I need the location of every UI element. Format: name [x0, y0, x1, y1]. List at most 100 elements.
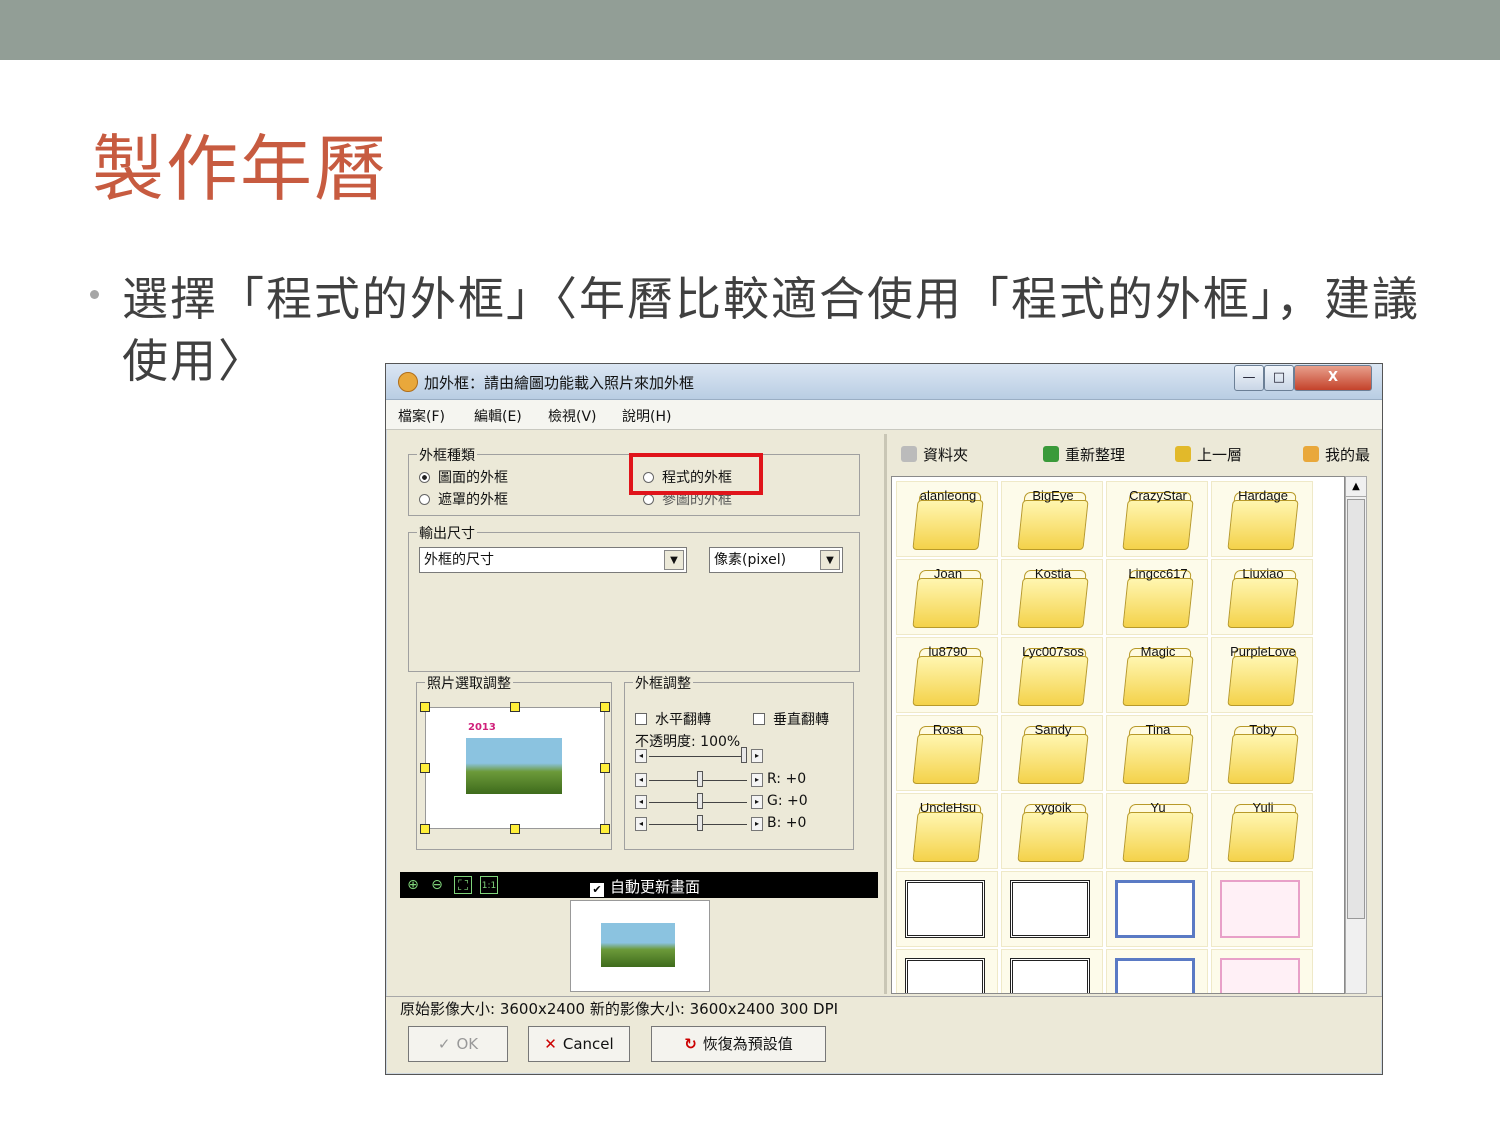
- folder-icon: [1017, 656, 1089, 706]
- close-icon: ✕: [544, 1035, 557, 1053]
- folder-item[interactable]: CrazyStar: [1106, 481, 1208, 557]
- slider-knob[interactable]: [697, 793, 703, 809]
- scroll-thumb[interactable]: [1347, 499, 1365, 919]
- radio-mask-frame[interactable]: 遮罩的外框: [419, 489, 508, 509]
- ok-button[interactable]: ✓ OK: [408, 1026, 508, 1062]
- close-button[interactable]: X: [1294, 365, 1372, 391]
- folder-label: Yu: [1150, 800, 1166, 815]
- green-slider[interactable]: ◂ ▸: [635, 793, 765, 809]
- frame-thumbnail[interactable]: [896, 871, 998, 947]
- resize-handle[interactable]: [420, 702, 430, 712]
- folder-item[interactable]: Toby: [1211, 715, 1313, 791]
- resize-handle[interactable]: [510, 702, 520, 712]
- size-select[interactable]: 外框的尺寸 ▼: [419, 547, 687, 573]
- frame-thumbnail[interactable]: [1106, 871, 1208, 947]
- arrow-right-icon[interactable]: ▸: [751, 817, 763, 831]
- folder-item[interactable]: Magic: [1106, 637, 1208, 713]
- title-bar[interactable]: 加外框：請由繪圖功能載入照片來加外框 — □ X: [386, 364, 1382, 400]
- folder-label: Tina: [1145, 722, 1171, 737]
- blue-slider[interactable]: ◂ ▸: [635, 815, 765, 831]
- folder-item[interactable]: alanleong: [896, 481, 998, 557]
- frame-thumbnail[interactable]: [1001, 949, 1103, 993]
- frame-thumbnail[interactable]: [1106, 949, 1208, 993]
- flip-vertical-checkbox[interactable]: 垂直翻轉: [753, 709, 829, 729]
- folder-item[interactable]: Joan: [896, 559, 998, 635]
- chevron-down-icon[interactable]: ▼: [664, 550, 684, 570]
- resize-handle[interactable]: [420, 763, 430, 773]
- home-icon: [1303, 446, 1319, 462]
- folder-icon: [1122, 734, 1194, 784]
- frame-preview: [1010, 958, 1090, 993]
- up-level-button[interactable]: 上一層: [1175, 444, 1242, 465]
- maximize-button[interactable]: □: [1264, 365, 1294, 391]
- reset-button[interactable]: ↻ 恢復為預設值: [651, 1026, 826, 1062]
- folder-item[interactable]: BigEye: [1001, 481, 1103, 557]
- resize-handle[interactable]: [600, 824, 610, 834]
- frame-thumbnail[interactable]: [1001, 871, 1103, 947]
- menu-file[interactable]: 檔案(F): [398, 406, 445, 426]
- arrow-left-icon[interactable]: ◂: [635, 749, 647, 763]
- arrow-left-icon[interactable]: ◂: [635, 773, 647, 787]
- folder-item[interactable]: Liuxiao: [1211, 559, 1313, 635]
- folder-label: CrazyStar: [1129, 488, 1187, 503]
- scroll-up-icon[interactable]: ▲: [1346, 477, 1366, 497]
- slider-knob[interactable]: [697, 815, 703, 831]
- folder-item[interactable]: xygoik: [1001, 793, 1103, 869]
- folder-item[interactable]: Yu: [1106, 793, 1208, 869]
- menu-edit[interactable]: 編輯(E): [474, 406, 522, 426]
- highlight-box: [629, 453, 763, 495]
- folder-item[interactable]: lu8790: [896, 637, 998, 713]
- photo-thumbnail[interactable]: 2013: [425, 707, 605, 829]
- arrow-left-icon[interactable]: ◂: [635, 795, 647, 809]
- folder-icon: [912, 578, 984, 628]
- folder-item[interactable]: UncleHsu: [896, 793, 998, 869]
- menu-view[interactable]: 檢視(V): [548, 406, 597, 426]
- folder-item[interactable]: Hardage: [1211, 481, 1313, 557]
- folder-icon: [912, 734, 984, 784]
- slider-knob[interactable]: [697, 771, 703, 787]
- auto-refresh-checkbox[interactable]: ✔ 自動更新畫面: [590, 876, 700, 897]
- resize-handle[interactable]: [600, 763, 610, 773]
- red-slider[interactable]: ◂ ▸: [635, 771, 765, 787]
- arrow-right-icon[interactable]: ▸: [751, 795, 763, 809]
- refresh-button[interactable]: 重新整理: [1043, 444, 1125, 465]
- blue-value: B: +0: [767, 815, 807, 831]
- radio-dot-icon: [419, 494, 430, 505]
- frame-thumbnail[interactable]: [1211, 871, 1313, 947]
- folder-item[interactable]: Sandy: [1001, 715, 1103, 791]
- folder-button[interactable]: 資料夾: [901, 444, 968, 465]
- folder-item[interactable]: Tina: [1106, 715, 1208, 791]
- frame-thumbnail[interactable]: [896, 949, 998, 993]
- radio-image-frame[interactable]: 圖面的外框: [419, 467, 508, 487]
- app-window: 加外框：請由繪圖功能載入照片來加外框 — □ X 檔案(F) 編輯(E) 檢視(…: [385, 363, 1383, 1075]
- chevron-down-icon[interactable]: ▼: [820, 550, 840, 570]
- photo-adjust-label: 照片選取調整: [425, 673, 513, 693]
- minimize-button[interactable]: —: [1234, 365, 1264, 391]
- flip-horizontal-checkbox[interactable]: 水平翻轉: [635, 709, 711, 729]
- favorites-button[interactable]: 我的最: [1303, 444, 1370, 465]
- folder-item[interactable]: Lyc007sos: [1001, 637, 1103, 713]
- slider-knob[interactable]: [741, 747, 747, 763]
- unit-select[interactable]: 像素(pixel) ▼: [709, 547, 843, 573]
- zoom-out-icon[interactable]: ⊖: [428, 876, 446, 894]
- folder-item[interactable]: Yuli: [1211, 793, 1313, 869]
- fit-icon[interactable]: ⛶: [454, 876, 472, 894]
- resize-handle[interactable]: [420, 824, 430, 834]
- resize-handle[interactable]: [510, 824, 520, 834]
- zoom-in-icon[interactable]: ⊕: [404, 876, 422, 894]
- arrow-left-icon[interactable]: ◂: [635, 817, 647, 831]
- frame-thumbnail[interactable]: [1211, 949, 1313, 993]
- arrow-right-icon[interactable]: ▸: [751, 773, 763, 787]
- folder-item[interactable]: Rosa: [896, 715, 998, 791]
- menu-help[interactable]: 說明(H): [622, 406, 671, 426]
- arrow-right-icon[interactable]: ▸: [751, 749, 763, 763]
- actual-size-icon[interactable]: 1:1: [480, 876, 498, 894]
- resize-handle[interactable]: [600, 702, 610, 712]
- cancel-button[interactable]: ✕ Cancel: [528, 1026, 630, 1062]
- vertical-scrollbar[interactable]: ▲: [1345, 476, 1367, 994]
- folder-item[interactable]: Lingcc617: [1106, 559, 1208, 635]
- folder-item[interactable]: PurpleLove: [1211, 637, 1313, 713]
- opacity-slider[interactable]: ◂ ▸: [635, 747, 765, 763]
- status-bar: 原始影像大小: 3600x2400 新的影像大小: 3600x2400 300 …: [386, 996, 1382, 1020]
- folder-item[interactable]: Kostia: [1001, 559, 1103, 635]
